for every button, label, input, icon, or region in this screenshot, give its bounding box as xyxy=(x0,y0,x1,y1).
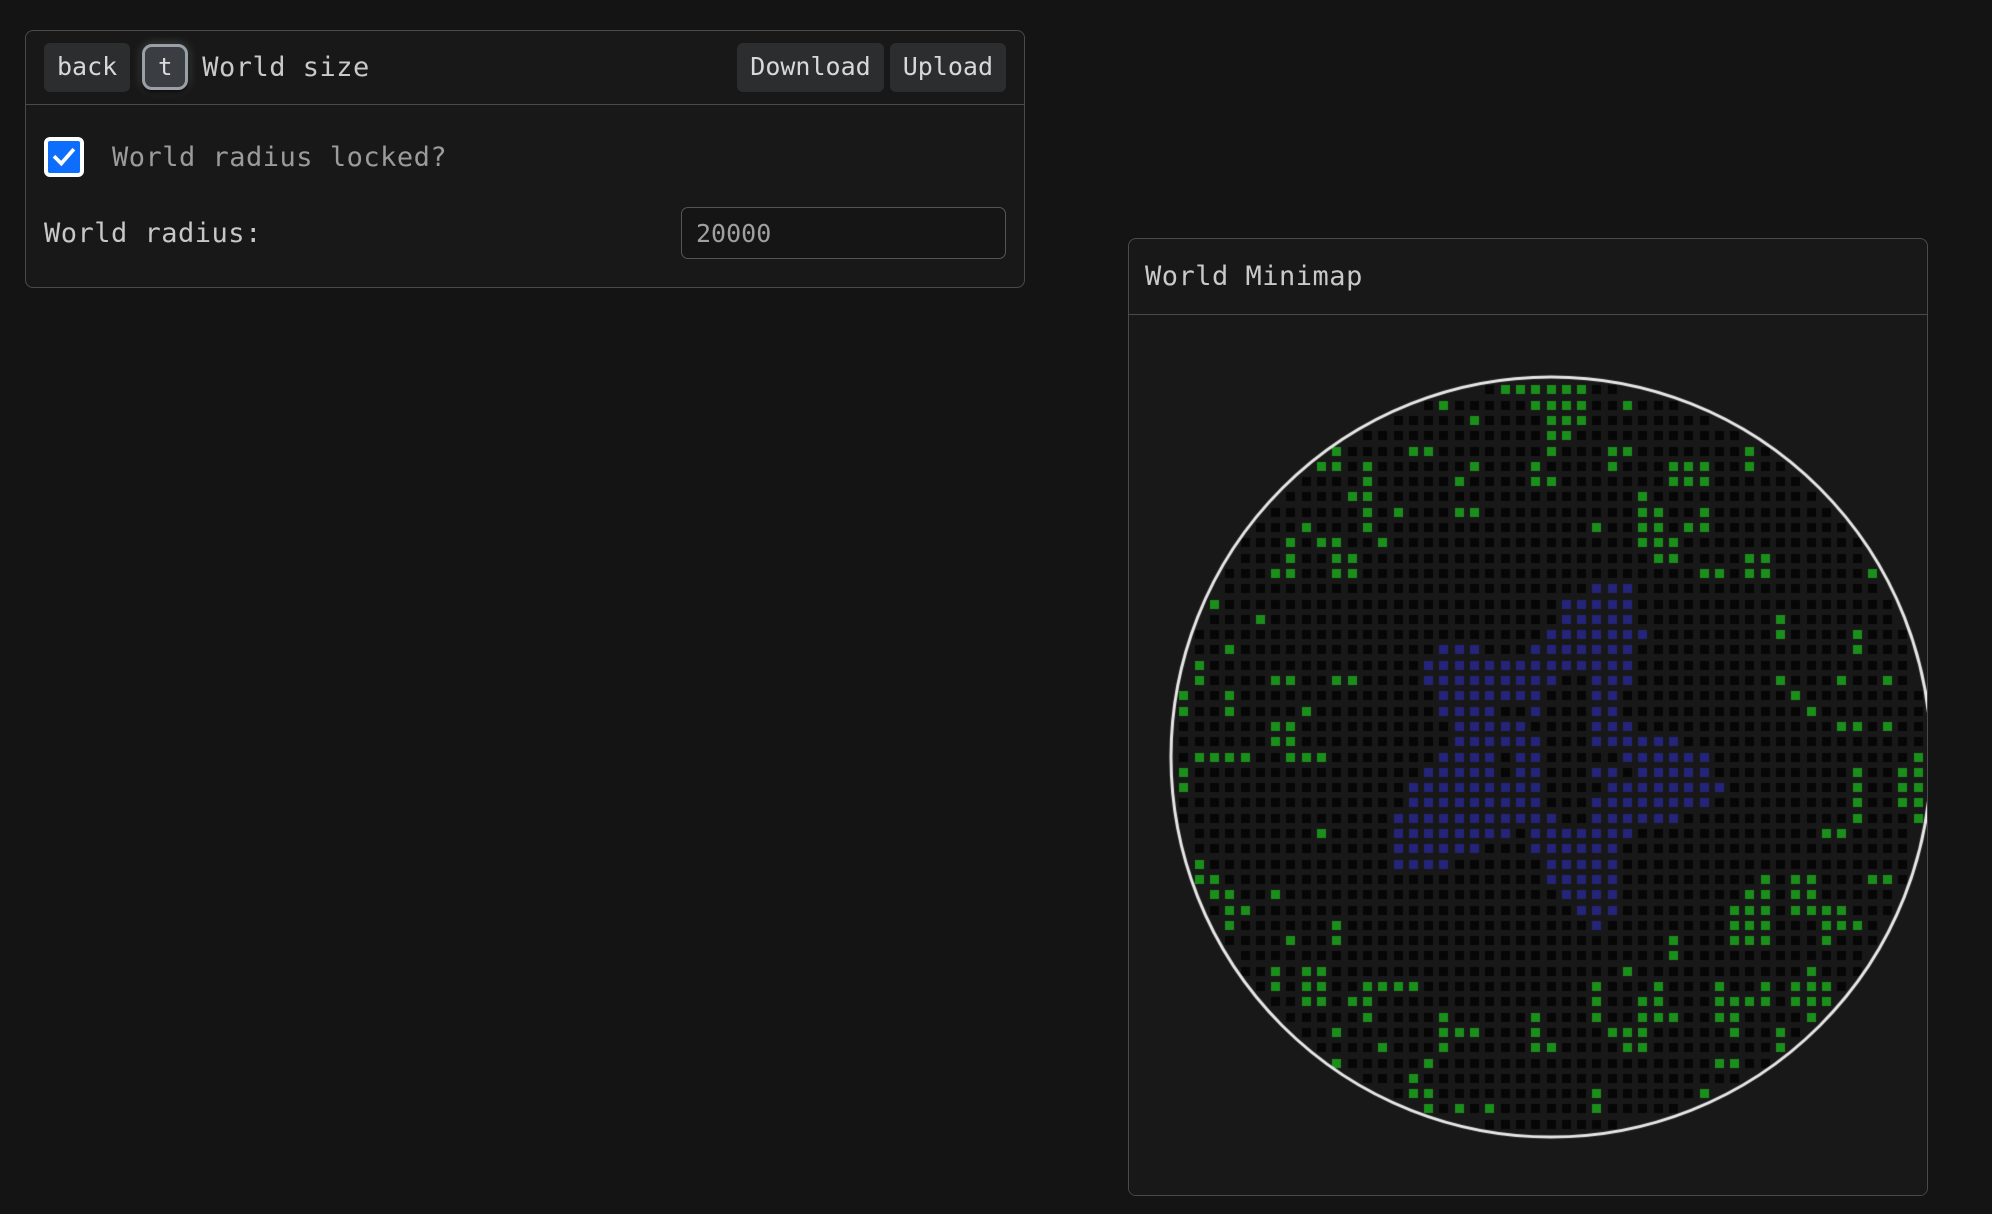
world-minimap-canvas[interactable] xyxy=(1129,315,1927,1195)
upload-button[interactable]: Upload xyxy=(889,43,1006,92)
page-title: World size xyxy=(202,52,370,83)
hotkey-keycap-t[interactable]: t xyxy=(142,43,189,90)
world-radius-locked-row: World radius locked? xyxy=(44,129,1006,185)
download-button[interactable]: Download xyxy=(737,43,884,92)
world-radius-label: World radius: xyxy=(44,217,262,249)
checkmark-icon xyxy=(52,147,76,167)
minimap-title: World Minimap xyxy=(1145,261,1363,292)
world-minimap-panel: World Minimap xyxy=(1128,238,1928,1196)
panel-body: World radius locked? World radius: xyxy=(26,105,1024,287)
panel-header: back t World size Download Upload xyxy=(26,31,1024,105)
world-radius-locked-label: World radius locked? xyxy=(112,141,448,173)
world-radius-input[interactable] xyxy=(681,207,1006,259)
world-size-settings-panel: back t World size Download Upload World … xyxy=(25,30,1025,288)
minimap-canvas-wrap xyxy=(1129,315,1927,1195)
world-radius-locked-checkbox[interactable] xyxy=(44,137,84,177)
header-actions: Download Upload xyxy=(737,43,1006,92)
back-button[interactable]: back xyxy=(44,43,131,92)
app-window: back t World size Download Upload World … xyxy=(0,0,1992,1214)
world-radius-row: World radius: xyxy=(44,205,1006,261)
minimap-header: World Minimap xyxy=(1129,239,1927,315)
hotkey-keycap-label: t xyxy=(157,52,173,81)
